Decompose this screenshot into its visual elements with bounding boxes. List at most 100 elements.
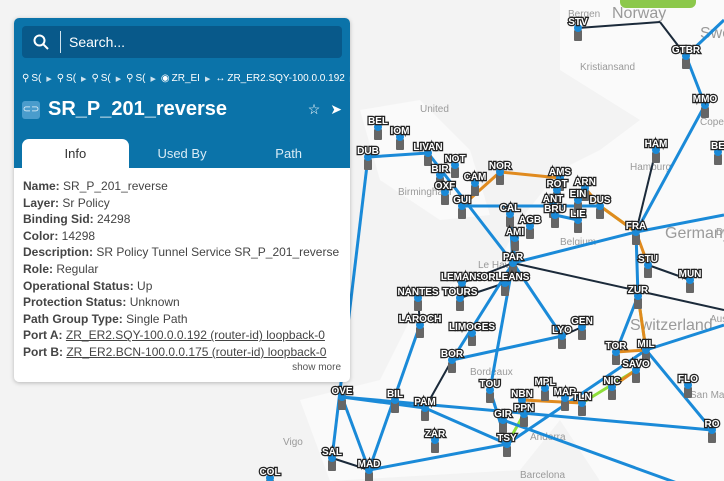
node-label: RO <box>705 419 720 430</box>
node-label: MAD <box>358 459 381 470</box>
info-value: SR_P_201_reverse <box>63 179 168 193</box>
tab-used-by[interactable]: Used By <box>129 139 236 168</box>
node-label: SAL <box>322 447 342 458</box>
node-label: OVE <box>331 386 352 397</box>
node-label: BIR <box>431 164 449 175</box>
node-label: CAM <box>464 172 487 183</box>
info-key: Description: <box>23 245 94 260</box>
chevron-right-icon: ▶ <box>204 75 211 83</box>
chevron-right-icon: ▶ <box>150 75 156 83</box>
node-label: FLO <box>678 374 698 385</box>
info-value: Unknown <box>129 295 180 310</box>
node-label: MUN <box>679 269 702 280</box>
node-label: BOR <box>441 349 464 360</box>
link-arrows-icon: ↔ <box>215 73 226 84</box>
node-label: TOU <box>480 379 501 390</box>
node-label: IOM <box>391 126 410 137</box>
node-label: TSY <box>497 433 517 444</box>
node-label: ORLEANS <box>481 272 530 283</box>
place-label: Barcelona <box>520 470 565 481</box>
node-label: GUI <box>453 195 471 206</box>
node-label: NANTES <box>397 287 438 298</box>
panel-header: ⚲S(▶⚲S(▶⚲S(▶⚲S(▶◉ZR_EI▶↔ZR_ER2.SQY-100.0… <box>14 18 350 168</box>
node-label: DUB <box>357 146 379 157</box>
node-label: NIC <box>603 376 620 387</box>
breadcrumb-item[interactable]: ⚲ S(▶ <box>126 73 161 84</box>
search-icon[interactable] <box>22 34 60 50</box>
info-row: Port A: ZR_ER2.SQY-100.0.0.192 (router-i… <box>23 327 340 344</box>
node-label: GIR <box>494 409 513 420</box>
node-label: COL <box>259 467 280 478</box>
info-key: Operational Status: <box>23 278 134 293</box>
location-pin-icon: ⚲ <box>56 73 65 84</box>
place-label: Kristiansand <box>580 62 635 73</box>
search-input[interactable] <box>69 34 309 50</box>
node-label: PAM <box>414 397 435 408</box>
node-label: BE <box>711 141 724 152</box>
node-label: ZAR <box>425 429 446 440</box>
node-label: HAM <box>645 139 668 150</box>
node-label: TOR <box>606 341 628 352</box>
node-label: STV <box>568 17 588 28</box>
tab-bar: Info Used By Path <box>22 139 342 168</box>
place-label: Copenhagen <box>700 117 724 128</box>
navigate-arrow-icon[interactable]: ➤ <box>330 101 342 118</box>
breadcrumb-label: ZR_EI <box>171 73 200 84</box>
breadcrumb-item[interactable]: ⚲ S(▶ <box>22 73 57 84</box>
tab-path[interactable]: Path <box>235 139 342 168</box>
breadcrumb-label: S( <box>100 73 111 84</box>
info-key: Port B: <box>23 344 63 359</box>
node-label: LYO <box>552 325 572 336</box>
node-label: BEL <box>368 116 388 127</box>
info-row: Binding Sid: 24298 <box>23 211 340 228</box>
info-value: Regular <box>56 261 99 276</box>
node-label: OXF <box>435 181 456 192</box>
place-label: Dres <box>716 227 724 238</box>
details-panel: ⚲S(▶⚲S(▶⚲S(▶⚲S(▶◉ZR_EI▶↔ZR_ER2.SQY-100.0… <box>14 18 350 382</box>
info-key: Layer: <box>23 195 60 210</box>
node-label: ARN <box>574 177 596 188</box>
search-divider <box>60 31 61 53</box>
breadcrumb-item[interactable]: ↔ZR_ER2.SQY-100.0.0.192▶ <box>215 73 350 84</box>
node-label: EIN <box>570 189 587 200</box>
node-label: PPN <box>514 403 535 414</box>
breadcrumb-item[interactable]: ⚲ S(▶ <box>91 73 126 84</box>
place-label: San Ma <box>690 390 724 401</box>
location-pin-icon: ⚲ <box>126 73 134 84</box>
info-value: Up <box>137 278 153 293</box>
search-bar[interactable] <box>22 26 342 58</box>
node-label: AMI <box>506 227 525 238</box>
info-row: Role: Regular <box>23 261 340 278</box>
place-label: Vigo <box>283 437 303 448</box>
info-key: Name: <box>23 179 60 193</box>
star-icon[interactable]: ☆ <box>308 101 321 118</box>
router-node[interactable]: CAL <box>498 202 522 227</box>
node-label: GEN <box>571 316 593 327</box>
node-label: DUS <box>589 195 610 206</box>
info-key: Protection Status: <box>23 295 127 310</box>
node-label: AGB <box>519 215 541 226</box>
breadcrumb-item[interactable]: ◉ ZR_EI ▶ <box>161 73 215 84</box>
node-label: TLN <box>572 392 591 403</box>
router-icon: ◉ <box>160 73 170 84</box>
router-node[interactable]: COL <box>258 466 282 481</box>
port-link[interactable]: ZR_ER2.BCN-100.0.0.175 (router-id) loopb… <box>66 345 326 359</box>
node-label: LIE <box>570 209 586 220</box>
chevron-right-icon: ▶ <box>115 75 122 83</box>
info-row: Operational Status: Up <box>23 278 340 295</box>
port-link[interactable]: ZR_ER2.SQY-100.0.0.192 (router-id) loopb… <box>66 328 325 342</box>
node-label: FRA <box>626 221 647 232</box>
node-label: MPL <box>534 377 555 388</box>
node-label: MIL <box>637 339 654 350</box>
breadcrumb-item[interactable]: ⚲ S(▶ <box>57 73 92 84</box>
info-value: 24298 <box>97 212 131 227</box>
info-key: Role: <box>23 261 53 276</box>
tab-info[interactable]: Info <box>22 139 129 168</box>
highlight-marker[interactable] <box>620 0 696 8</box>
node-label: LEMANS <box>441 272 484 283</box>
node-label: NBN <box>511 389 533 400</box>
show-more-link[interactable]: show more <box>14 362 350 373</box>
location-pin-icon: ⚲ <box>22 73 30 84</box>
node-label: BRU <box>544 204 566 215</box>
info-row: Description: SR Policy Tunnel Service SR… <box>23 244 340 261</box>
